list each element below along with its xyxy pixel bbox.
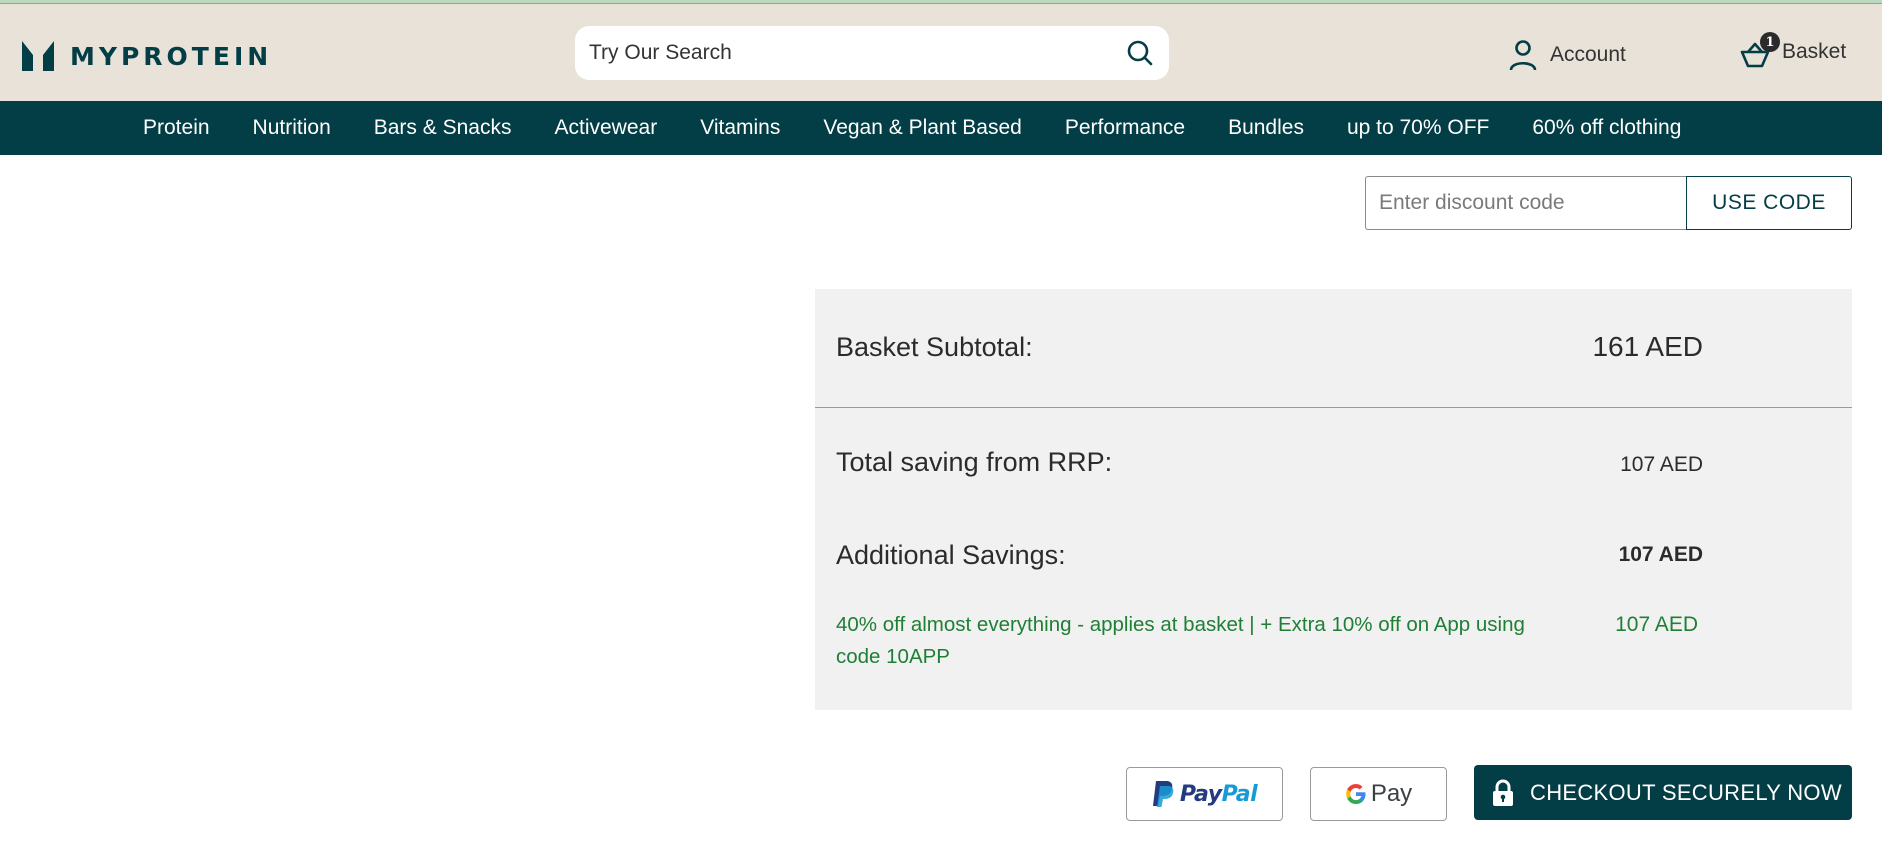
main-navigation: Protein Nutrition Bars & Snacks Activewe… xyxy=(0,101,1882,155)
nav-item-performance[interactable]: Performance xyxy=(1065,116,1185,140)
nav-item-60-off-clothing[interactable]: 60% off clothing xyxy=(1532,116,1681,140)
use-code-button[interactable]: USE CODE xyxy=(1686,176,1852,230)
nav-item-nutrition[interactable]: Nutrition xyxy=(253,116,331,140)
search-icon[interactable] xyxy=(1125,38,1155,68)
promotion-description: 40% off almost everything - applies at b… xyxy=(836,613,1525,668)
account-label: Account xyxy=(1550,43,1626,66)
paypal-wordmark-pay: Pay xyxy=(1179,781,1222,807)
myprotein-logo[interactable]: MYPROTEIN xyxy=(22,39,272,73)
basket-count-badge: 1 xyxy=(1760,32,1780,52)
site-header: MYPROTEIN Account 1 Basket xyxy=(0,4,1882,101)
nav-item-bundles[interactable]: Bundles xyxy=(1228,116,1304,140)
paypal-icon xyxy=(1152,781,1174,807)
paypal-wordmark-pal: Pal xyxy=(1221,781,1258,807)
discount-code-input[interactable] xyxy=(1365,176,1686,230)
basket-icon-wrapper: 1 xyxy=(1740,32,1780,70)
nav-item-bars-snacks[interactable]: Bars & Snacks xyxy=(374,116,512,140)
checkout-label: CHECKOUT SECURELY NOW xyxy=(1530,779,1842,805)
logo-text: MYPROTEIN xyxy=(70,41,273,71)
rrp-saving-row: Total saving from RRP: 107 AED xyxy=(815,447,1852,487)
promotion-row: 40% off almost everything - applies at b… xyxy=(815,609,1852,679)
rrp-saving-label: Total saving from RRP: xyxy=(836,447,1113,477)
subtotal-label: Basket Subtotal: xyxy=(836,332,1033,362)
google-g-icon xyxy=(1346,784,1366,804)
rrp-saving-value: 107 AED xyxy=(1620,453,1703,476)
myprotein-logo-icon xyxy=(22,41,54,71)
google-pay-button[interactable]: Pay xyxy=(1310,767,1447,821)
nav-item-protein[interactable]: Protein xyxy=(143,116,210,140)
google-pay-label: Pay xyxy=(1370,780,1413,807)
discount-code-form: USE CODE xyxy=(1365,176,1852,230)
basket-link[interactable]: 1 Basket xyxy=(1740,32,1847,70)
nav-item-vitamins[interactable]: Vitamins xyxy=(700,116,780,140)
promotion-value: 107 AED xyxy=(1615,613,1698,636)
subtotal-value: 161 AED xyxy=(1592,331,1703,362)
subtotal-row: Basket Subtotal: 161 AED xyxy=(815,289,1852,408)
account-link[interactable]: Account xyxy=(1508,39,1626,71)
search-bar xyxy=(575,26,1169,80)
nav-item-activewear[interactable]: Activewear xyxy=(554,116,657,140)
basket-label: Basket xyxy=(1782,40,1847,63)
user-icon xyxy=(1509,40,1537,71)
checkout-securely-button[interactable]: CHECKOUT SECURELY NOW xyxy=(1474,765,1852,820)
basket-summary-panel: Basket Subtotal: 161 AED Total saving fr… xyxy=(815,289,1852,710)
search-input[interactable] xyxy=(589,41,1125,65)
additional-savings-value: 107 AED xyxy=(1618,543,1703,566)
paypal-wordmark: PayPal xyxy=(1179,781,1258,807)
additional-savings-row: Additional Savings: 107 AED xyxy=(815,540,1852,580)
paypal-button[interactable]: PayPal xyxy=(1126,767,1283,821)
lock-icon xyxy=(1493,779,1513,806)
nav-item-vegan-plant-based[interactable]: Vegan & Plant Based xyxy=(823,116,1022,140)
additional-savings-label: Additional Savings: xyxy=(836,540,1066,570)
nav-item-up-to-70-off[interactable]: up to 70% OFF xyxy=(1347,116,1489,140)
